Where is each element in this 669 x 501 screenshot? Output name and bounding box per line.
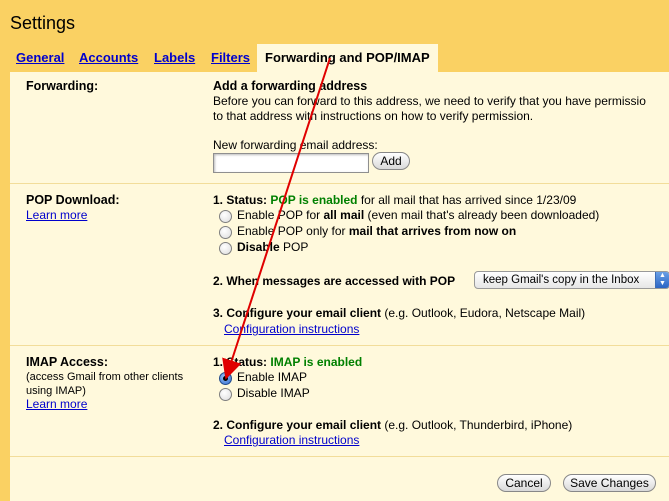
section-divider bbox=[10, 456, 669, 457]
imap-access-subtext: (access Gmail from other clients using I… bbox=[26, 371, 184, 397]
forwarding-desc-line1: Before you can forward to this address, … bbox=[213, 94, 646, 108]
imap-learn-more-link[interactable]: Learn more bbox=[26, 397, 87, 411]
pop-status-value: POP is enabled bbox=[270, 193, 358, 207]
pop-from-now-label: Enable POP only for mail that arrives fr… bbox=[237, 224, 517, 238]
pop-config-instructions-link[interactable]: Configuration instructions bbox=[224, 322, 359, 336]
tab-forwarding-pop-imap[interactable]: Forwarding and POP/IMAP bbox=[257, 44, 438, 72]
imap-access-label: IMAP Access: bbox=[26, 355, 108, 369]
cancel-button[interactable]: Cancel bbox=[497, 474, 551, 492]
forwarding-heading: Add a forwarding address bbox=[213, 79, 368, 93]
imap-enable-radio[interactable] bbox=[219, 372, 232, 385]
pop-config-text: 3. Configure your email client (e.g. Out… bbox=[213, 306, 586, 320]
pop-disable-radio[interactable] bbox=[219, 242, 232, 255]
imap-disable-radio[interactable] bbox=[219, 388, 232, 401]
section-divider bbox=[10, 183, 669, 184]
pop-all-mail-radio[interactable] bbox=[219, 210, 232, 223]
forwarding-desc-line2: to that address with instructions on how… bbox=[213, 109, 534, 123]
forwarding-field-label: New forwarding email address: bbox=[213, 138, 378, 152]
section-divider bbox=[10, 345, 669, 346]
tab-filters[interactable]: Filters bbox=[211, 50, 250, 65]
imap-disable-label: Disable IMAP bbox=[237, 386, 310, 400]
settings-tabs: General Accounts Labels Filters Forwardi… bbox=[0, 44, 669, 72]
tab-general[interactable]: General bbox=[16, 50, 64, 65]
imap-config-instructions-link[interactable]: Configuration instructions bbox=[224, 433, 359, 447]
imap-status-value: IMAP is enabled bbox=[270, 355, 363, 369]
imap-config-text: 2. Configure your email client (e.g. Out… bbox=[213, 418, 573, 432]
pop-learn-more-link[interactable]: Learn more bbox=[26, 208, 87, 222]
pop-download-label: POP Download: bbox=[26, 193, 120, 207]
tab-accounts[interactable]: Accounts bbox=[79, 50, 138, 65]
page-title: Settings bbox=[10, 13, 76, 33]
add-forwarding-button[interactable]: Add bbox=[372, 152, 410, 170]
save-changes-button[interactable]: Save Changes bbox=[563, 474, 656, 492]
tab-labels[interactable]: Labels bbox=[154, 50, 195, 65]
pop-access-select[interactable]: keep Gmail's copy in the Inbox ▲ ▼ bbox=[474, 271, 669, 289]
imap-enable-label: Enable IMAP bbox=[237, 370, 308, 384]
forwarding-label: Forwarding: bbox=[26, 79, 99, 93]
pop-status: 1. Status: POP is enabled for all mail t… bbox=[213, 193, 577, 207]
pop-disable-label: Disable POP bbox=[237, 240, 309, 254]
imap-status: 1. Status: IMAP is enabled bbox=[213, 355, 363, 369]
pop-access-label: 2. When messages are accessed with POP bbox=[213, 274, 456, 288]
forwarding-email-input[interactable] bbox=[213, 153, 369, 173]
pop-all-mail-label: Enable POP for all mail (even mail that'… bbox=[237, 208, 600, 222]
select-arrows-icon: ▲ ▼ bbox=[655, 272, 669, 288]
settings-panel: Forwarding: Add a forwarding address Bef… bbox=[10, 72, 669, 501]
pop-from-now-radio[interactable] bbox=[219, 226, 232, 239]
